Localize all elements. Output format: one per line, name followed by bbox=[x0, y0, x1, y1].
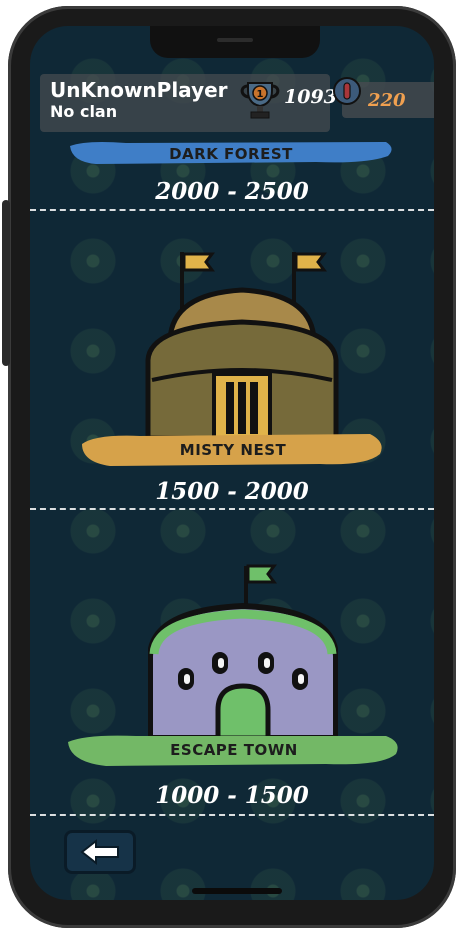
trophy-count: 1093 bbox=[284, 86, 337, 108]
arena-banner-escape-town[interactable]: ESCAPE TOWN bbox=[66, 730, 402, 770]
arena-banner-dark-forest[interactable]: DARK FOREST bbox=[66, 134, 396, 174]
coin-count: 220 bbox=[368, 90, 406, 111]
arena-name: ESCAPE TOWN bbox=[170, 741, 298, 759]
arena-trophy-range: 1500 - 2000 bbox=[155, 478, 309, 505]
coin-icon bbox=[333, 77, 361, 105]
misty-nest-building[interactable] bbox=[142, 242, 342, 438]
trophy-rank: 1 bbox=[257, 89, 264, 100]
coins-counter[interactable]: 220 bbox=[333, 77, 434, 118]
phone-side-button bbox=[2, 200, 10, 366]
home-indicator[interactable] bbox=[192, 888, 282, 894]
arena-divider bbox=[30, 508, 434, 510]
arena-trophy-range: 2000 - 2500 bbox=[155, 178, 309, 205]
player-info-bar[interactable]: UnKnownPlayer No clan 1 1093 bbox=[40, 74, 337, 132]
arena-divider bbox=[30, 814, 434, 816]
arena-name: DARK FOREST bbox=[169, 145, 293, 163]
phone-notch bbox=[150, 26, 320, 58]
trophy-icon: 1 bbox=[240, 82, 280, 119]
escape-town-building[interactable] bbox=[148, 560, 338, 738]
back-arrow-icon bbox=[80, 838, 119, 866]
arena-banner-misty-nest[interactable]: MISTY NEST bbox=[80, 430, 386, 470]
arena-divider bbox=[30, 209, 434, 211]
arena-name: MISTY NEST bbox=[179, 441, 287, 459]
arena-trophy-range: 1000 - 1500 bbox=[155, 782, 309, 809]
arena-list-screen: UnKnownPlayer No clan 1 1093 220 DARK FO… bbox=[30, 26, 434, 900]
player-name: UnKnownPlayer bbox=[50, 78, 228, 102]
back-button[interactable] bbox=[64, 830, 136, 874]
clan-name: No clan bbox=[50, 102, 118, 121]
